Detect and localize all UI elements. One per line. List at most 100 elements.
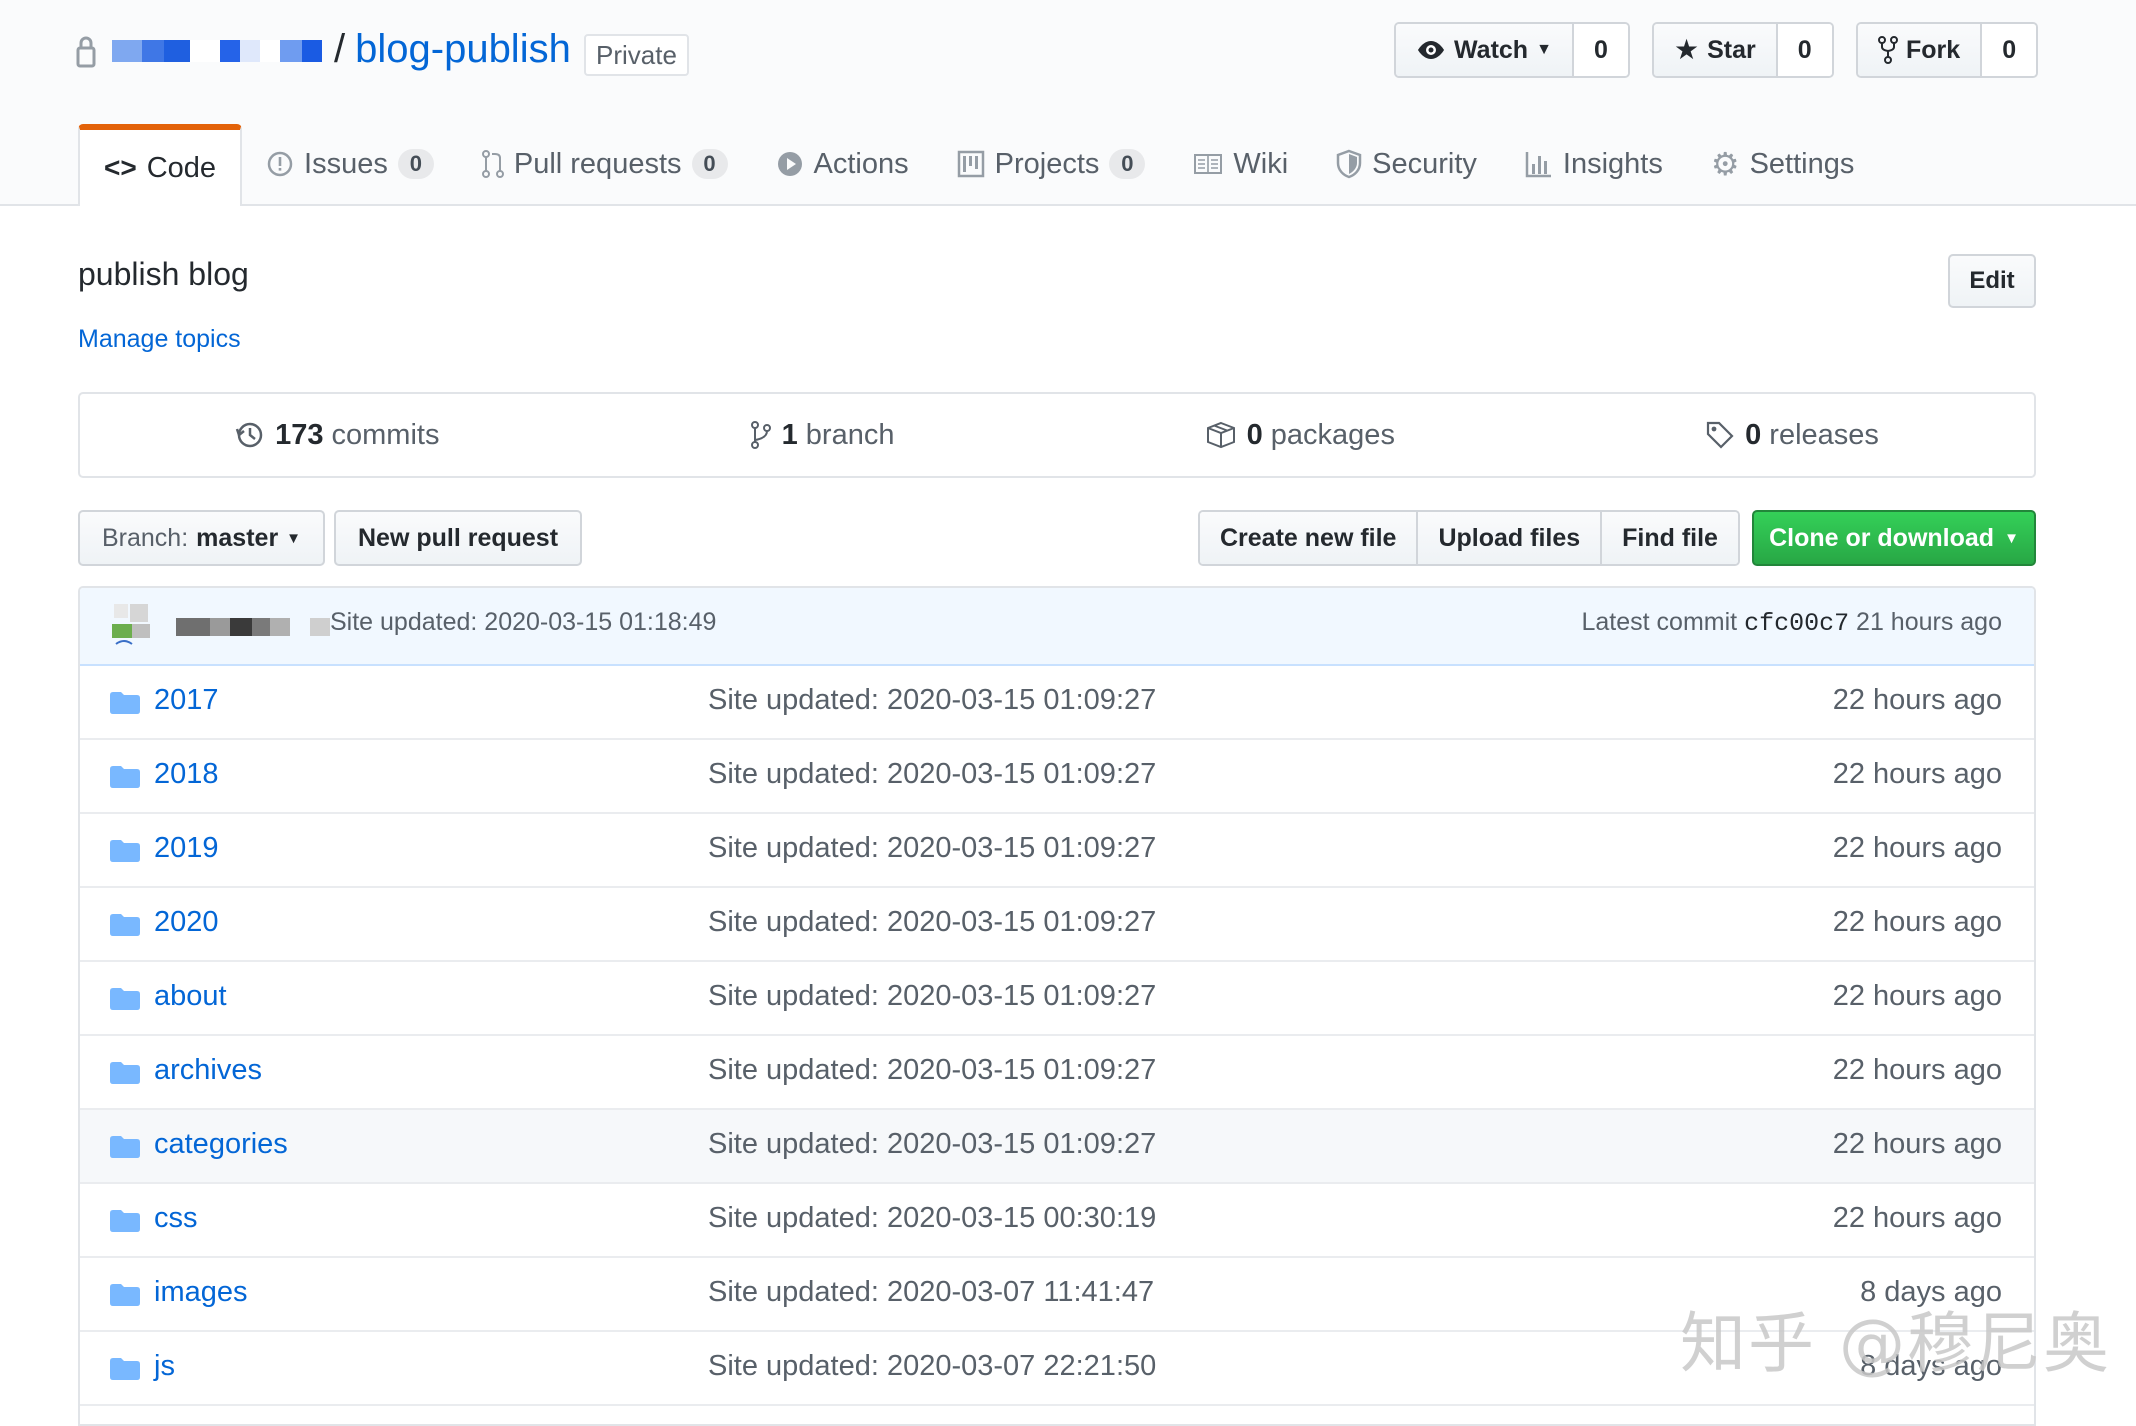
file-commit-message[interactable]: Site updated: 2020-03-07 22:21:50	[708, 1350, 1156, 1383]
caret-down-icon: ▼	[286, 529, 302, 547]
tab-issues[interactable]: Issues 0	[242, 124, 458, 204]
file-age: 22 hours ago	[1832, 684, 2002, 716]
table-row[interactable]: 2017 Site updated: 2020-03-15 01:09:27 2…	[80, 666, 2034, 740]
new-pull-request-button[interactable]: New pull request	[334, 510, 583, 566]
tab-actions[interactable]: Actions	[752, 124, 933, 204]
file-commit-message[interactable]: Site updated: 2020-03-15 01:09:27	[708, 1054, 1156, 1087]
owner-name-blurred[interactable]	[112, 40, 322, 62]
fork-label: Fork	[1906, 35, 1961, 64]
folder-icon	[110, 766, 140, 788]
commit-sha-link[interactable]: cfc00c7	[1744, 609, 1849, 638]
avatar[interactable]	[112, 602, 152, 646]
file-name-link[interactable]: 2018	[154, 758, 219, 791]
commits-summary[interactable]: 173 commits	[235, 419, 439, 452]
branch-icon	[750, 421, 771, 449]
table-row[interactable]: about Site updated: 2020-03-15 01:09:27 …	[80, 962, 2034, 1036]
clone-label: Clone or download	[1769, 523, 1995, 552]
commits-count: 173	[275, 418, 324, 451]
branches-label: branch	[805, 418, 895, 451]
tab-label: Settings	[1749, 147, 1855, 180]
file-name-link[interactable]: 2020	[154, 906, 219, 939]
project-icon	[957, 150, 984, 178]
projects-counter: 0	[1109, 149, 1146, 179]
issues-counter: 0	[397, 149, 434, 179]
pull-request-icon	[481, 150, 504, 178]
folder-icon	[110, 1062, 140, 1084]
play-icon	[777, 152, 802, 176]
path-separator: /	[334, 27, 346, 71]
tab-projects[interactable]: Projects 0	[933, 124, 1170, 204]
folder-icon	[110, 1210, 140, 1232]
packages-summary[interactable]: 0 packages	[1205, 419, 1395, 452]
caret-down-icon: ▼	[2004, 529, 2019, 547]
repo-name-link[interactable]: blog-publish	[355, 27, 571, 71]
fork-count[interactable]: 0	[1982, 24, 2037, 76]
tab-pull-requests[interactable]: Pull requests 0	[458, 124, 752, 204]
folder-icon	[110, 1358, 140, 1380]
manage-topics-link[interactable]: Manage topics	[78, 325, 241, 354]
star-count[interactable]: 0	[1777, 24, 1832, 76]
branch-select-value: master	[196, 523, 279, 552]
table-row[interactable]: 2019 Site updated: 2020-03-15 01:09:27 2…	[80, 814, 2034, 888]
tab-code[interactable]: <> Code	[78, 124, 243, 206]
file-name-link[interactable]: about	[154, 980, 227, 1013]
watch-count[interactable]: 0	[1573, 24, 1628, 76]
table-row[interactable]: archives Site updated: 2020-03-15 01:09:…	[80, 1036, 2034, 1110]
branch-select-button[interactable]: Branch: master ▼	[78, 510, 326, 566]
tab-security[interactable]: Security	[1312, 124, 1501, 204]
watch-button[interactable]: Watch ▼	[1396, 24, 1574, 76]
history-icon	[235, 422, 263, 448]
file-commit-message[interactable]: Site updated: 2020-03-15 01:09:27	[708, 832, 1156, 865]
table-row[interactable]: 2020 Site updated: 2020-03-15 01:09:27 2…	[80, 888, 2034, 962]
fork-button[interactable]: Fork	[1858, 24, 1983, 76]
file-name-link[interactable]: css	[154, 1202, 198, 1235]
folder-icon	[110, 1136, 140, 1158]
pull-requests-counter: 0	[691, 149, 728, 179]
graph-icon	[1525, 152, 1551, 178]
file-name-link[interactable]: js	[154, 1350, 175, 1383]
file-commit-message[interactable]: Site updated: 2020-03-15 01:09:27	[708, 980, 1156, 1013]
latest-commit-bar: Site updated: 2020-03-15 01:18:49 Latest…	[80, 588, 2034, 666]
star-icon: ★	[1674, 34, 1700, 65]
file-commit-message[interactable]: Site updated: 2020-03-15 01:09:27	[708, 1128, 1156, 1161]
find-file-button[interactable]: Find file	[1602, 512, 1738, 564]
folder-icon	[110, 988, 140, 1010]
file-name-link[interactable]: 2017	[154, 684, 219, 717]
book-icon	[1194, 154, 1223, 174]
file-age: 22 hours ago	[1832, 906, 2002, 938]
table-row[interactable]: 2018 Site updated: 2020-03-15 01:09:27 2…	[80, 740, 2034, 814]
latest-commit-message[interactable]: Site updated: 2020-03-15 01:18:49	[330, 608, 716, 637]
file-commit-message[interactable]: Site updated: 2020-03-07 11:41:47	[708, 1276, 1154, 1309]
edit-button[interactable]: Edit	[1948, 254, 2036, 308]
latest-commit-prefix: Latest commit	[1581, 608, 1738, 636]
file-age: 22 hours ago	[1832, 980, 2002, 1012]
file-age: 22 hours ago	[1832, 1202, 2002, 1234]
file-name-link[interactable]: 2019	[154, 832, 219, 865]
file-name-link[interactable]: archives	[154, 1054, 262, 1087]
package-icon	[1206, 421, 1235, 449]
tab-settings[interactable]: ⚙ Settings	[1687, 124, 1878, 204]
table-row[interactable]: css Site updated: 2020-03-15 00:30:19 22…	[80, 1184, 2034, 1258]
clone-or-download-button[interactable]: Clone or download ▼	[1752, 510, 2036, 566]
file-commit-message[interactable]: Site updated: 2020-03-15 00:30:19	[708, 1202, 1156, 1235]
star-group: ★ Star 0	[1652, 22, 1834, 78]
file-name-link[interactable]: categories	[154, 1128, 288, 1161]
repo-description: publish blog	[78, 256, 249, 292]
file-commit-message[interactable]: Site updated: 2020-03-15 01:09:27	[708, 906, 1156, 939]
fork-group: Fork 0	[1856, 22, 2039, 78]
releases-summary[interactable]: 0 releases	[1705, 419, 1879, 452]
tab-insights[interactable]: Insights	[1501, 124, 1687, 204]
file-name-link[interactable]: images	[154, 1276, 248, 1309]
watch-label: Watch	[1454, 35, 1529, 64]
file-commit-message[interactable]: Site updated: 2020-03-15 01:09:27	[708, 684, 1156, 717]
commit-author-blurred[interactable]	[176, 618, 330, 636]
branches-summary[interactable]: 1 branch	[750, 418, 895, 452]
code-icon: <>	[104, 152, 137, 183]
table-row[interactable]: categories Site updated: 2020-03-15 01:0…	[80, 1110, 2034, 1184]
file-commit-message[interactable]: Site updated: 2020-03-15 01:09:27	[708, 758, 1156, 791]
tab-wiki[interactable]: Wiki	[1169, 124, 1312, 204]
upload-files-button[interactable]: Upload files	[1418, 512, 1603, 564]
star-button[interactable]: ★ Star	[1654, 24, 1778, 76]
create-new-file-button[interactable]: Create new file	[1200, 512, 1419, 564]
gear-icon: ⚙	[1710, 146, 1740, 182]
